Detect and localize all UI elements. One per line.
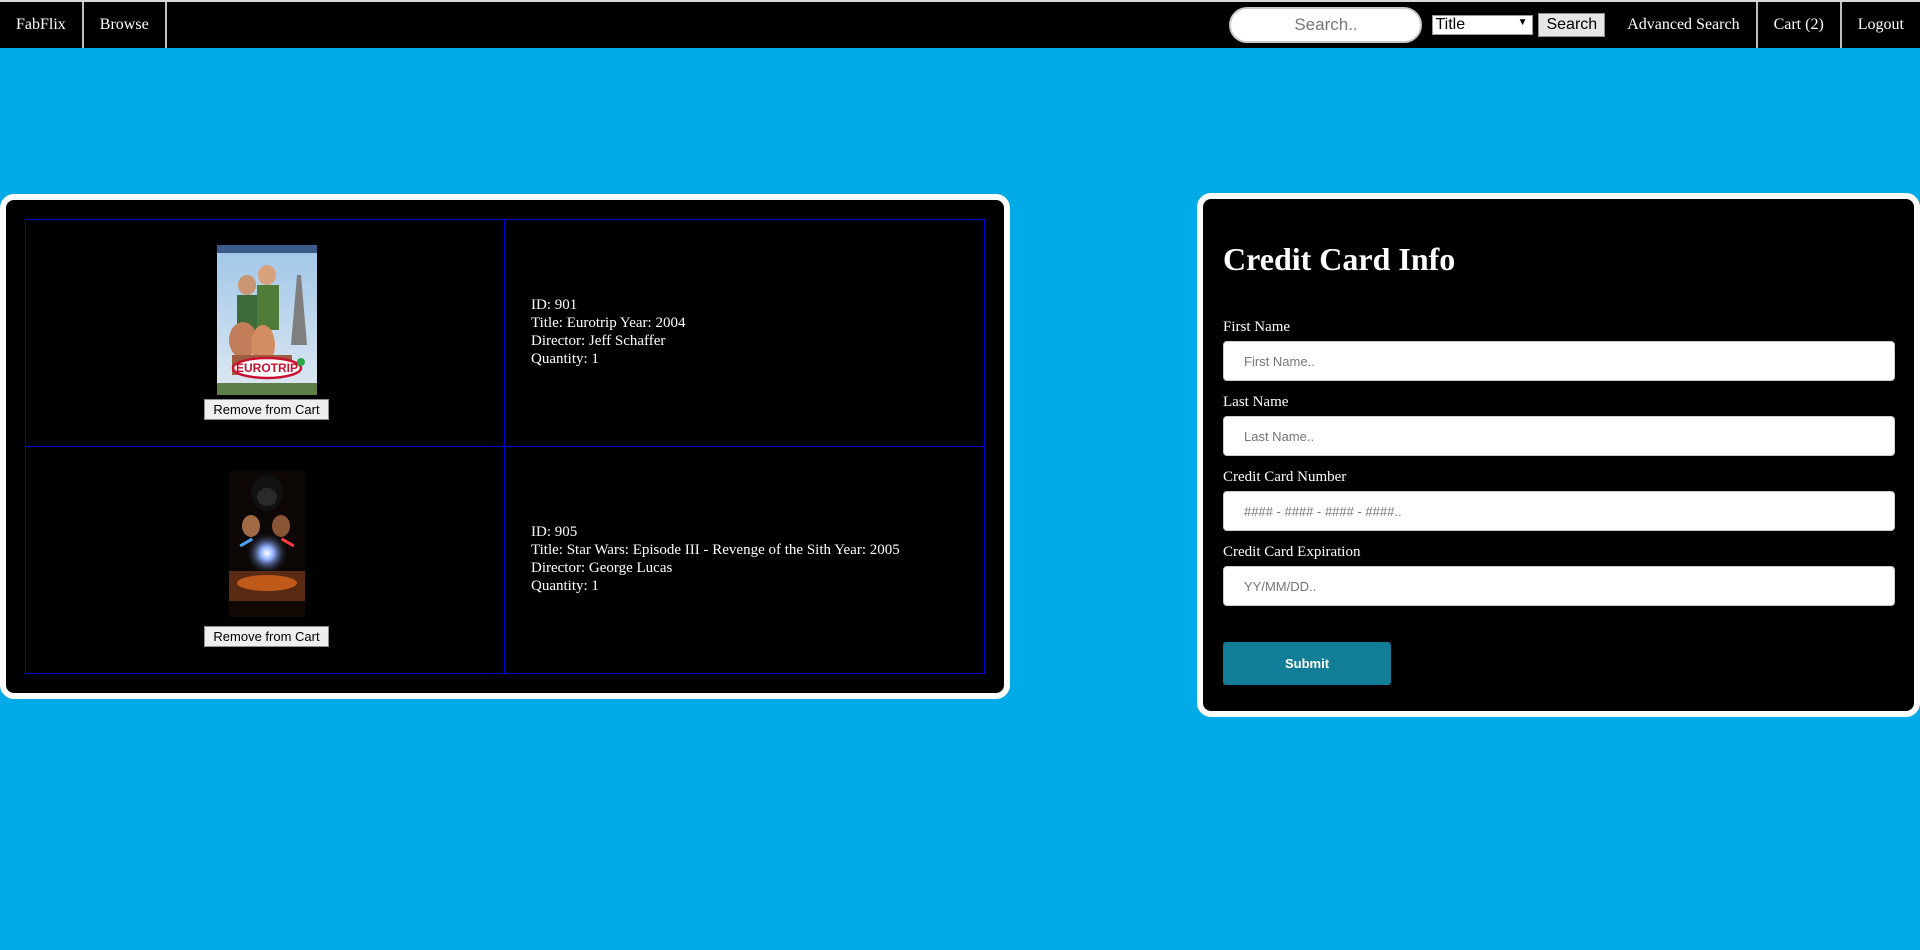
remove-from-cart-button[interactable]: Remove from Cart bbox=[204, 626, 329, 647]
cart-table: EUROTRIP Remove from Cart ID: 901 Title:… bbox=[25, 219, 985, 674]
last-name-field[interactable] bbox=[1223, 416, 1895, 456]
submit-button[interactable]: Submit bbox=[1223, 642, 1391, 685]
expiration-field[interactable] bbox=[1223, 566, 1895, 606]
movie-poster-eurotrip[interactable]: EUROTRIP bbox=[217, 245, 317, 395]
poster-title-text: EUROTRIP bbox=[236, 361, 298, 375]
card-number-label: Credit Card Number bbox=[1223, 469, 1347, 485]
nav-brand-link[interactable]: FabFlix bbox=[0, 2, 84, 48]
movie-poster-star-wars[interactable] bbox=[229, 471, 305, 617]
credit-card-title: Credit Card Info bbox=[1223, 241, 1456, 277]
cart-poster-cell: EUROTRIP Remove from Cart bbox=[26, 220, 505, 446]
expiration-label: Credit Card Expiration bbox=[1223, 544, 1361, 560]
movie-director: Director: Jeff Schaffer bbox=[531, 333, 666, 349]
nav-advanced-search-link[interactable]: Advanced Search bbox=[1611, 2, 1755, 48]
nav-logout-link[interactable]: Logout bbox=[1842, 2, 1920, 48]
movie-director: Director: George Lucas bbox=[531, 560, 673, 576]
search-type-select[interactable]: Title ▼ bbox=[1432, 15, 1534, 35]
last-name-label: Last Name bbox=[1223, 394, 1289, 410]
movie-title-year: Title: Star Wars: Episode III - Revenge … bbox=[531, 542, 900, 558]
search-input[interactable] bbox=[1229, 7, 1423, 43]
remove-from-cart-button[interactable]: Remove from Cart bbox=[204, 399, 329, 420]
movie-quantity: Quantity: 1 bbox=[531, 578, 599, 594]
cart-row: Remove from Cart ID: 905 Title: Star War… bbox=[26, 447, 984, 674]
nav-cart-link[interactable]: Cart (2) bbox=[1755, 2, 1842, 48]
nav-right-group: Title ▼ Search Advanced Search Cart (2) … bbox=[1229, 2, 1920, 48]
movie-title-year: Title: Eurotrip Year: 2004 bbox=[531, 315, 686, 331]
cart-poster-cell: Remove from Cart bbox=[26, 447, 505, 674]
first-name-field[interactable] bbox=[1223, 341, 1895, 381]
cart-item-details: ID: 901 Title: Eurotrip Year: 2004 Direc… bbox=[531, 296, 685, 368]
nav-left-group: FabFlix Browse bbox=[0, 2, 167, 48]
search-type-selected-value: Title bbox=[1435, 16, 1466, 33]
cart-row: EUROTRIP Remove from Cart ID: 901 Title:… bbox=[26, 220, 984, 447]
card-number-field[interactable] bbox=[1223, 491, 1895, 531]
movie-quantity: Quantity: 1 bbox=[531, 351, 599, 367]
cart-panel: EUROTRIP Remove from Cart ID: 901 Title:… bbox=[0, 194, 1010, 699]
movie-id: ID: 901 bbox=[531, 297, 578, 313]
nav-browse-link[interactable]: Browse bbox=[84, 2, 167, 48]
dropdown-arrow-icon: ▼ bbox=[1517, 17, 1528, 28]
search-button[interactable]: Search bbox=[1538, 13, 1606, 37]
first-name-label: First Name bbox=[1223, 319, 1291, 335]
cart-item-details: ID: 905 Title: Star Wars: Episode III - … bbox=[531, 523, 900, 595]
credit-card-panel: Credit Card Info First Name Last Name Cr… bbox=[1197, 193, 1920, 717]
top-navbar: FabFlix Browse Title ▼ Search Advanced S… bbox=[0, 0, 1920, 48]
movie-id: ID: 905 bbox=[531, 524, 578, 540]
